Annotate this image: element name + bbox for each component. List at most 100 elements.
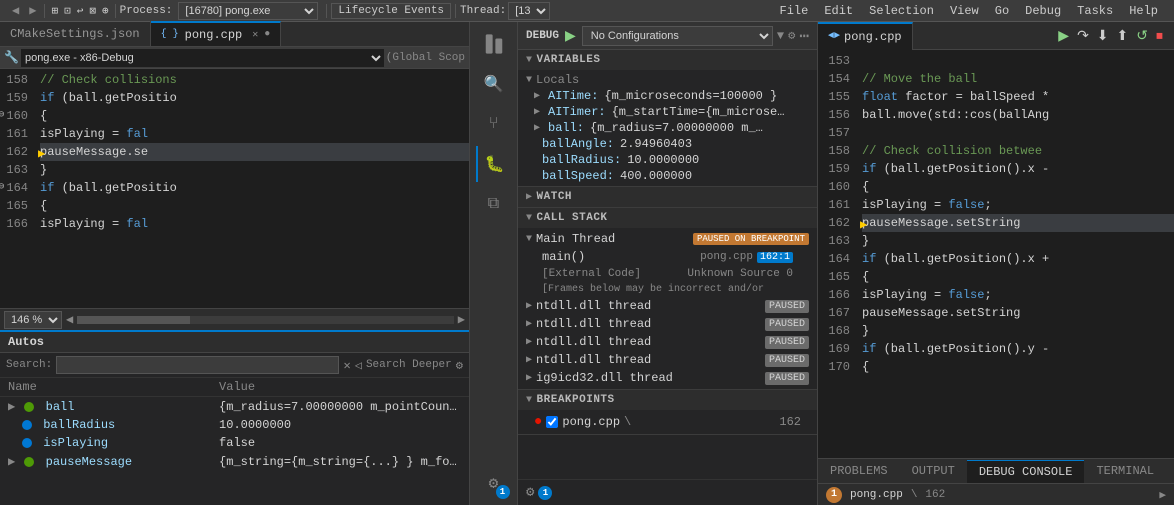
- variables-section: ▼ VARIABLES ▼ Locals ▶ AITime: {m_micros…: [518, 50, 817, 187]
- main-thread-item[interactable]: ▼ Main Thread PAUSED ON BREAKPOINT: [518, 230, 817, 248]
- menu-file[interactable]: File: [772, 2, 817, 20]
- var-item-aitimer[interactable]: ▶ AITimer: {m_startTime={m_microsecond..…: [518, 104, 817, 120]
- menu-tasks[interactable]: Tasks: [1069, 2, 1121, 20]
- watch-header[interactable]: ▶ WATCH: [518, 187, 817, 207]
- thread-list-name: ig9icd32.dll thread: [536, 371, 673, 385]
- search-clear-btn[interactable]: ✕: [343, 358, 350, 373]
- dbg-restart-btn[interactable]: ↺: [1133, 25, 1151, 46]
- lifecycle-btn[interactable]: Lifecycle Events: [331, 3, 451, 19]
- menu-debug[interactable]: Debug: [1017, 2, 1069, 20]
- search-bar: Search: ✕ ◁ Search Deeper ⚙: [0, 353, 469, 378]
- var-row[interactable]: isPlaying false: [0, 434, 469, 452]
- debug-settings-icon[interactable]: ⚙: [788, 28, 795, 43]
- code-line: }: [862, 232, 1174, 250]
- dbg-stop-btn[interactable]: ⏹: [1153, 25, 1166, 46]
- config-dropdown-icon[interactable]: ▼: [777, 29, 784, 43]
- thread-list-item[interactable]: ▶ ig9icd32.dll thread PAUSED: [518, 369, 817, 387]
- callstack-title: CALL STACK: [537, 212, 608, 224]
- right-side: 🔍 ⑂ 🐛 ⧉ ⚙ 1 DEBUG ▶ No Configurations: [470, 22, 1174, 505]
- thread-list-item[interactable]: ▶ ntdll.dll thread PAUSED: [518, 297, 817, 315]
- code-line: [862, 52, 1174, 70]
- var-item-ballspeed[interactable]: ballSpeed: 400.000000: [518, 168, 817, 184]
- breakpoints-header[interactable]: ▼ BREAKPOINTS: [518, 390, 817, 410]
- search-gear-icon[interactable]: ⚙: [456, 358, 463, 373]
- tab-debug-console[interactable]: DEBUG CONSOLE: [967, 460, 1085, 483]
- var-val: {m_microseconds=100000 }: [604, 89, 777, 103]
- nav-back[interactable]: ◀: [8, 3, 23, 18]
- tab-terminal[interactable]: TERMINAL: [1084, 460, 1166, 482]
- code-editor[interactable]: 158 159 ⊖160 161 ●162 163 ⊖164 165 166 /…: [0, 69, 469, 308]
- search-arrow-left[interactable]: ◁: [355, 358, 362, 373]
- gear-icon[interactable]: ⚙: [526, 484, 534, 501]
- bp-nav-arrow[interactable]: ▶: [1159, 488, 1166, 502]
- thread-list-item[interactable]: ▶ ntdll.dll thread PAUSED: [518, 333, 817, 351]
- var-item-ball[interactable]: ▶ ball: {m_radius=7.00000000 m_pointCo..…: [518, 120, 817, 136]
- menu-go[interactable]: Go: [987, 2, 1017, 20]
- tab-problems[interactable]: PROBLEMS: [818, 460, 900, 482]
- thread-list-item[interactable]: ▶ ntdll.dll thread PAUSED: [518, 351, 817, 369]
- scroll-left[interactable]: ◀: [66, 312, 73, 327]
- thread-list-name: ntdll.dll thread: [536, 299, 651, 313]
- watch-title: WATCH: [537, 191, 573, 203]
- activity-source-control[interactable]: ⑂: [476, 106, 512, 142]
- debug-bottom-gear[interactable]: ⚙ 1: [518, 479, 817, 505]
- stack-frame-main[interactable]: main() pong.cpp 162:1: [518, 248, 817, 266]
- var-row[interactable]: ▶ ball {m_radius=7.00000000 m_pointCount…: [0, 397, 469, 417]
- breakpoint-item[interactable]: ● pong.cpp \ 162: [518, 412, 817, 432]
- search-input[interactable]: [56, 356, 339, 374]
- debug-more-icon[interactable]: ⋯: [799, 26, 809, 46]
- activity-explorer[interactable]: [476, 26, 512, 62]
- var-val: {m_startTime={m_microsecond...: [612, 105, 792, 119]
- breakpoints-status-bar: 1 pong.cpp \ 162 ▶: [818, 483, 1174, 505]
- nav-forward[interactable]: ▶: [25, 3, 40, 18]
- dbg-step-over-btn[interactable]: ↷: [1074, 25, 1092, 46]
- variables-header[interactable]: ▼ VARIABLES: [518, 50, 817, 70]
- right-code-area[interactable]: 153 154 155 156 157 158 159 160 161 ●162…: [818, 50, 1174, 458]
- tab-pong-cpp[interactable]: { } pong.cpp ✕ ●: [151, 21, 282, 46]
- thread-list-item[interactable]: ▶ ntdll.dll thread PAUSED: [518, 315, 817, 333]
- col-name: Name: [0, 378, 211, 397]
- expand-icon: ▶: [534, 122, 546, 134]
- menu-selection[interactable]: Selection: [861, 2, 942, 20]
- zoom-select[interactable]: 146 %: [4, 311, 62, 329]
- var-name: ballRadius:: [542, 153, 621, 167]
- locals-header[interactable]: ▼ Locals: [518, 72, 817, 88]
- activity-extensions[interactable]: ⧉: [476, 186, 512, 222]
- callstack-header[interactable]: ▼ CALL STACK: [518, 208, 817, 228]
- var-name: AITimer:: [548, 105, 606, 119]
- var-item-ballangle[interactable]: ballAngle: 2.94960403: [518, 136, 817, 152]
- thread-select[interactable]: [13: [508, 2, 550, 20]
- callstack-arrow-icon: ▼: [526, 213, 533, 224]
- code-line: isPlaying = false;: [862, 286, 1174, 304]
- var-row[interactable]: ▶ pauseMessage {m_string={m_string={...}…: [0, 452, 469, 471]
- dbg-step-out-btn[interactable]: ⬆: [1114, 25, 1132, 46]
- process-select[interactable]: [16780] pong.exe: [178, 2, 318, 20]
- dbg-step-into-btn[interactable]: ⬇: [1094, 25, 1112, 46]
- dbg-continue-btn[interactable]: ▶: [1055, 25, 1072, 46]
- activity-settings[interactable]: ⚙ 1: [476, 465, 512, 501]
- scope-label: (Global Scop: [386, 52, 465, 64]
- scroll-right[interactable]: ▶: [458, 312, 465, 327]
- menu-view[interactable]: View: [942, 2, 987, 20]
- debug-config-select[interactable]: No Configurations: [582, 26, 773, 46]
- var-item-aitime[interactable]: ▶ AITime: {m_microseconds=100000 }: [518, 88, 817, 104]
- debug-toolbar: DEBUG ▶ No Configurations ▼ ⚙ ⋯: [518, 22, 817, 50]
- var-row[interactable]: ballRadius 10.0000000: [0, 416, 469, 434]
- debug-label: DEBUG: [526, 30, 559, 42]
- var-item-ballradius[interactable]: ballRadius: 10.0000000: [518, 152, 817, 168]
- activity-search[interactable]: 🔍: [476, 66, 512, 102]
- activity-debug[interactable]: 🐛: [476, 146, 512, 182]
- address-select[interactable]: pong.exe - x86-Debug: [21, 49, 384, 67]
- tab-output[interactable]: OUTPUT: [900, 460, 967, 482]
- tab-close-btn[interactable]: ✕: [252, 29, 258, 41]
- code-line: // Check collisions: [40, 71, 469, 89]
- search-deeper-btn[interactable]: Search Deeper: [366, 359, 452, 371]
- main-layout: CMakeSettings.json { } pong.cpp ✕ ● 🔧 po…: [0, 22, 1174, 505]
- menu-help[interactable]: Help: [1121, 2, 1166, 20]
- bp-checkbox[interactable]: [546, 416, 558, 428]
- tab-cmake[interactable]: CMakeSettings.json: [0, 21, 151, 46]
- debug-play-btn[interactable]: ▶: [563, 27, 578, 44]
- menu-edit[interactable]: Edit: [816, 2, 861, 20]
- code-tab-pong[interactable]: ◄► pong.cpp: [818, 22, 913, 50]
- thread-list-name: ntdll.dll thread: [536, 353, 651, 367]
